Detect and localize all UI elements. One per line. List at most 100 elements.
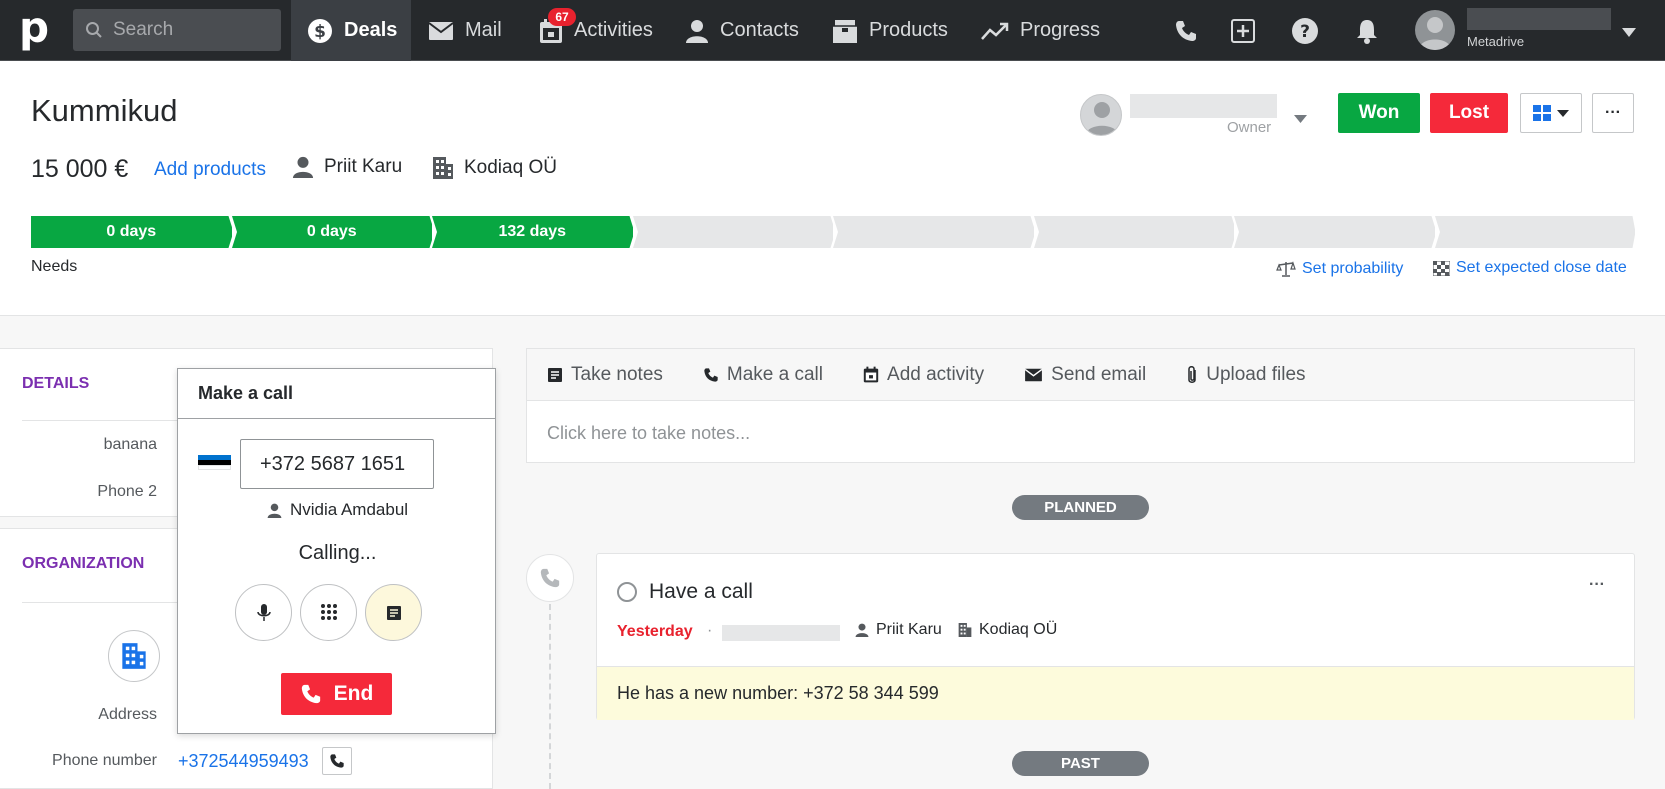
note-icon bbox=[386, 605, 401, 620]
call-status: Calling... bbox=[298, 542, 377, 564]
checkered-flag-icon bbox=[1433, 260, 1450, 276]
end-call-button[interactable]: End bbox=[281, 673, 392, 715]
tab-take-notes[interactable]: Take notes bbox=[547, 364, 663, 386]
pipeline-stage[interactable]: 132 days bbox=[432, 216, 633, 248]
calendar-icon bbox=[863, 366, 879, 383]
pipeline-stage[interactable] bbox=[632, 216, 833, 248]
activity-owner-redacted bbox=[722, 625, 840, 641]
timeline-call-marker bbox=[526, 554, 574, 602]
mute-button[interactable] bbox=[235, 584, 292, 641]
activity-done-checkbox[interactable] bbox=[617, 582, 637, 602]
take-notes-placeholder[interactable]: Click here to take notes... bbox=[547, 423, 750, 444]
nav-deals[interactable]: $ Deals bbox=[291, 0, 411, 61]
current-stage-name: Needs bbox=[31, 258, 78, 275]
composer-tabs: Take notes Make a call Add activity Send… bbox=[527, 349, 1634, 401]
pipeline-stage-duration: 0 days bbox=[106, 223, 157, 240]
pipedrive-logo[interactable]: p bbox=[14, 7, 54, 52]
pipeline-stages: 0 days 0 days 132 days bbox=[31, 216, 1635, 248]
person-icon bbox=[267, 503, 282, 518]
deal-value[interactable]: 15 000 € bbox=[31, 155, 128, 184]
activity-more-button[interactable]: ··· bbox=[1589, 576, 1605, 594]
pipeline-stage[interactable]: 0 days bbox=[31, 216, 232, 248]
pipeline-stage[interactable] bbox=[1234, 216, 1435, 248]
deal-person[interactable]: Priit Karu bbox=[292, 156, 402, 178]
set-probability-link[interactable]: Set probability bbox=[1276, 260, 1403, 278]
tab-upload-files-label: Upload files bbox=[1206, 363, 1306, 385]
end-call-label: End bbox=[333, 682, 374, 705]
search-icon bbox=[86, 22, 102, 38]
pipeline-stage[interactable] bbox=[833, 216, 1034, 248]
paperclip-icon bbox=[1188, 365, 1196, 383]
search-box[interactable] bbox=[73, 9, 281, 51]
svg-text:?: ? bbox=[1300, 22, 1310, 42]
nav-progress[interactable]: Progress bbox=[981, 0, 1100, 61]
grid-view-icon bbox=[1533, 105, 1551, 121]
chevron-down-icon[interactable] bbox=[1622, 24, 1636, 42]
deal-title[interactable]: Kummikud bbox=[31, 93, 177, 129]
pipeline-stage-duration: 0 days bbox=[306, 223, 357, 240]
more-actions-button[interactable]: ··· bbox=[1592, 93, 1634, 133]
pipeline-stage[interactable] bbox=[1434, 216, 1635, 248]
phone-icon[interactable] bbox=[1171, 16, 1201, 46]
field-label-address: Address bbox=[98, 706, 157, 723]
tab-send-email[interactable]: Send email bbox=[1024, 364, 1146, 386]
nav-contacts-label: Contacts bbox=[720, 19, 799, 41]
chevron-down-icon[interactable] bbox=[1294, 110, 1307, 128]
view-switch-button[interactable] bbox=[1520, 93, 1582, 133]
activity-organization-name: Kodiaq OÜ bbox=[979, 621, 1058, 638]
nav-contacts[interactable]: Contacts bbox=[685, 0, 799, 61]
set-close-date-link[interactable]: Set expected close date bbox=[1433, 259, 1627, 277]
pipeline-stage-shape bbox=[1434, 216, 1635, 248]
nav-mail[interactable]: Mail bbox=[428, 0, 502, 61]
callee: Nvidia Amdabul bbox=[178, 500, 497, 520]
activity-title[interactable]: Have a call bbox=[649, 580, 753, 604]
activity-person-name: Priit Karu bbox=[876, 621, 942, 638]
help-icon[interactable]: ? bbox=[1290, 16, 1320, 46]
won-button[interactable]: Won bbox=[1338, 93, 1420, 133]
activity-card[interactable]: Have a call ··· Yesterday · Priit Karu K… bbox=[596, 553, 1635, 720]
tab-upload-files[interactable]: Upload files bbox=[1186, 363, 1306, 386]
chevron-down-icon bbox=[1557, 109, 1569, 117]
quick-add-icon[interactable] bbox=[1228, 16, 1258, 46]
organization-avatar[interactable] bbox=[108, 630, 160, 682]
activity-composer: Take notes Make a call Add activity Send… bbox=[526, 348, 1635, 463]
pipeline-stage-shape bbox=[1033, 216, 1234, 248]
call-phone-button[interactable] bbox=[322, 747, 352, 775]
activity-person[interactable]: Priit Karu bbox=[855, 621, 942, 639]
dialpad-button[interactable] bbox=[300, 584, 357, 641]
user-avatar[interactable] bbox=[1415, 10, 1455, 50]
notifications-bell-icon[interactable] bbox=[1352, 16, 1382, 46]
details-section-title[interactable]: DETAILS bbox=[22, 375, 89, 393]
call-number-input[interactable] bbox=[240, 439, 434, 489]
organization-section-title[interactable]: ORGANIZATION bbox=[22, 555, 144, 573]
nav-deals-label: Deals bbox=[344, 19, 398, 41]
nav-products[interactable]: Products bbox=[832, 0, 948, 61]
building-icon bbox=[958, 623, 972, 637]
organization-phone-link[interactable]: +372544959493 bbox=[178, 751, 309, 772]
pipeline-stage[interactable] bbox=[1033, 216, 1234, 248]
add-products-link[interactable]: Add products bbox=[154, 159, 266, 181]
activities-count-badge: 67 bbox=[548, 8, 576, 26]
box-icon bbox=[832, 18, 858, 44]
search-input[interactable] bbox=[113, 9, 273, 51]
call-notes-button[interactable] bbox=[365, 584, 422, 641]
owner-avatar[interactable] bbox=[1080, 94, 1122, 136]
tab-make-call-label: Make a call bbox=[726, 363, 824, 385]
person-icon bbox=[292, 156, 314, 178]
lost-button[interactable]: Lost bbox=[1430, 93, 1508, 133]
deal-person-name: Priit Karu bbox=[324, 156, 403, 177]
owner-name-redacted bbox=[1130, 94, 1277, 118]
tab-make-call[interactable]: Make a call bbox=[703, 364, 823, 386]
deal-organization[interactable]: Kodiaq OÜ bbox=[432, 156, 557, 180]
activity-organization[interactable]: Kodiaq OÜ bbox=[958, 621, 1057, 639]
microphone-icon bbox=[256, 603, 271, 621]
estonia-flag-icon[interactable] bbox=[198, 455, 231, 470]
activity-note[interactable]: He has a new number: +372 58 344 599 bbox=[597, 666, 1634, 720]
trend-icon bbox=[981, 21, 1009, 41]
user-name-redacted bbox=[1467, 8, 1611, 30]
note-icon bbox=[548, 367, 562, 382]
callee-name: Nvidia Amdabul bbox=[289, 500, 409, 519]
tab-add-activity[interactable]: Add activity bbox=[863, 364, 984, 386]
dialpad-icon bbox=[320, 603, 337, 620]
pipeline-stage[interactable]: 0 days bbox=[231, 216, 432, 248]
